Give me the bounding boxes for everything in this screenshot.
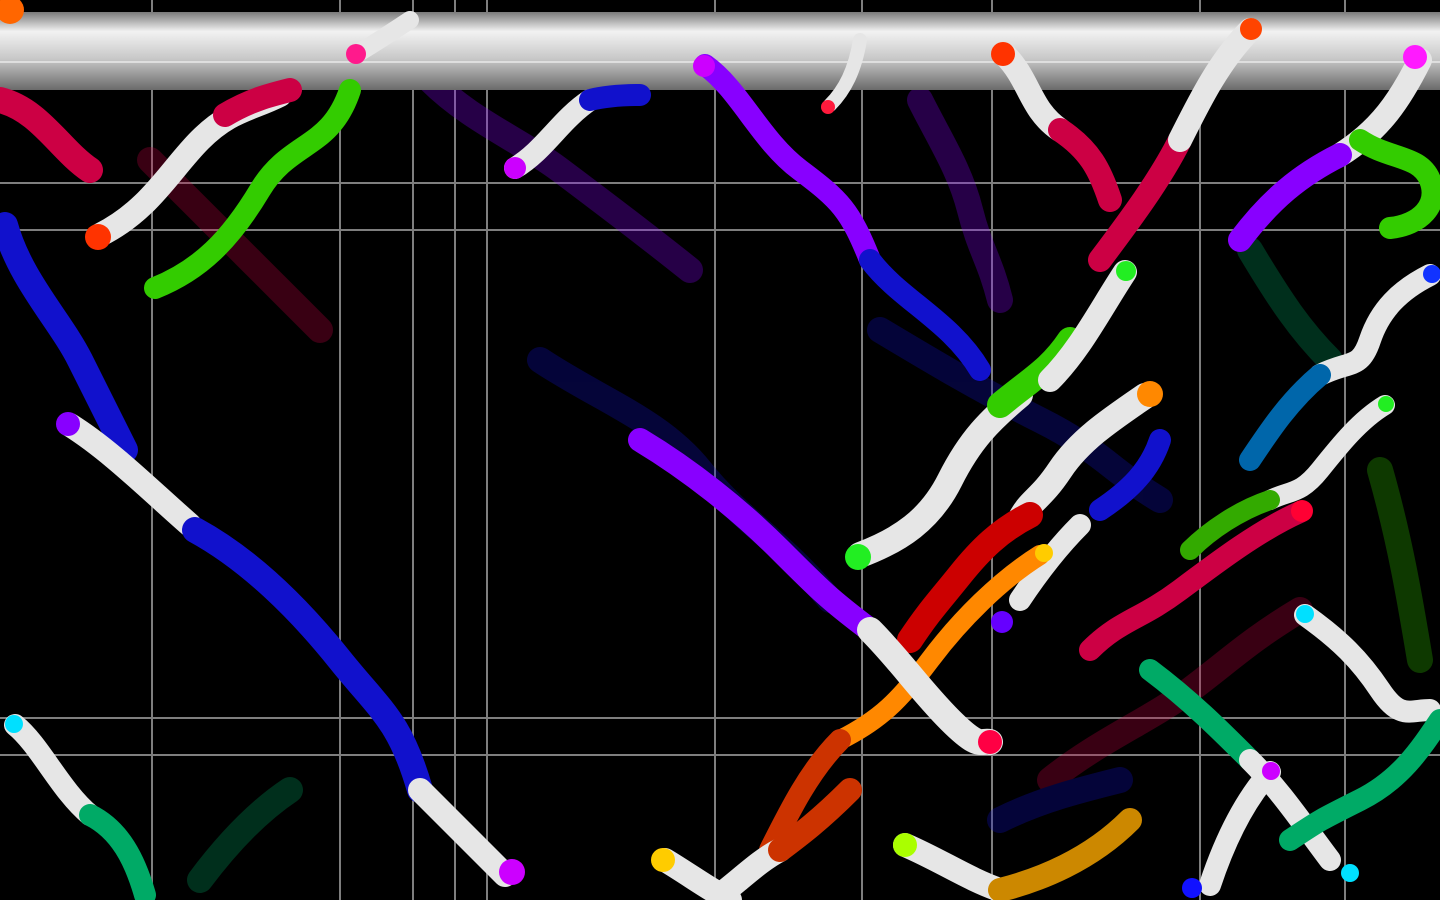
worm <box>893 833 1012 900</box>
worms <box>0 0 1440 900</box>
worm-head <box>991 611 1013 633</box>
worm-trail <box>907 87 1013 313</box>
worm-head <box>1403 45 1427 69</box>
worm-head <box>1240 18 1262 40</box>
worm <box>628 428 882 642</box>
worm-head <box>1262 762 1280 780</box>
worm <box>1048 118 1122 212</box>
worm <box>1279 709 1440 851</box>
worm-head <box>1296 605 1314 623</box>
worm-head <box>499 859 525 885</box>
worm-head <box>821 100 835 114</box>
worm <box>988 808 1142 900</box>
worm-head <box>504 157 526 179</box>
worm-head <box>1182 878 1202 898</box>
worm-head <box>85 224 111 250</box>
worm-head <box>1137 381 1163 407</box>
worm-trail <box>1367 457 1433 673</box>
worm-head <box>1291 500 1313 522</box>
worm <box>1038 260 1137 392</box>
worm-head <box>1035 544 1053 562</box>
worm <box>79 804 156 900</box>
worm-head <box>893 833 917 857</box>
worm-head <box>978 730 1002 754</box>
worm-trail <box>1237 237 1343 373</box>
worm-trail <box>987 767 1133 833</box>
worm <box>1309 264 1440 386</box>
screensaver-scene <box>0 0 1440 900</box>
worm-head <box>1341 864 1359 882</box>
worm <box>408 778 517 887</box>
worm-head <box>693 55 715 77</box>
worm-head <box>1378 396 1394 412</box>
worm <box>1239 364 1331 471</box>
worm <box>182 517 433 803</box>
worm-head <box>56 412 80 436</box>
worm-head <box>5 715 23 733</box>
worm-head <box>346 44 366 64</box>
worm <box>1228 143 1352 252</box>
worm-head <box>991 42 1015 66</box>
worm <box>4 714 101 826</box>
worm-head <box>651 848 675 872</box>
worm-head <box>845 544 871 570</box>
worm <box>1199 761 1281 896</box>
worm <box>579 84 651 111</box>
worm <box>0 87 103 183</box>
worm-head <box>1116 261 1136 281</box>
worm-trail <box>417 67 703 283</box>
worm-trail <box>187 777 303 893</box>
worm <box>213 78 302 127</box>
